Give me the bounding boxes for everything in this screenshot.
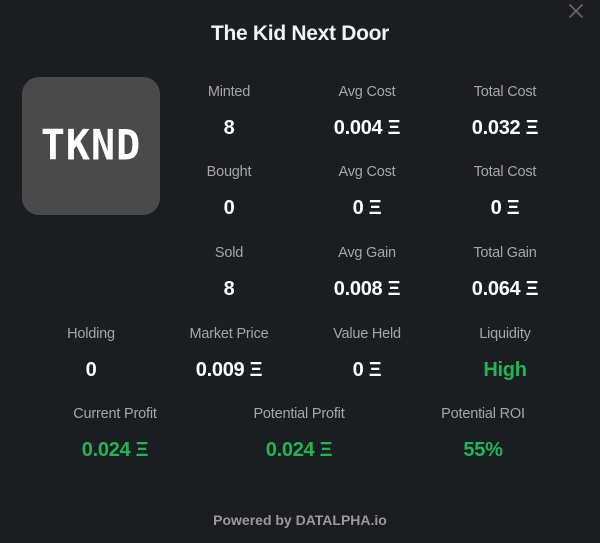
collection-title: The Kid Next Door [210,22,390,45]
value-held-value: 0 Ξ [352,359,382,381]
minted-count: Minted 8 [159,82,299,139]
value-held: Value Held 0 Ξ [297,324,437,381]
bought-label: Bought [206,164,252,180]
collection-logo: TKND [22,77,160,215]
value-held-label: Value Held [333,326,401,342]
bought-avg-cost-label: Avg Cost [338,164,396,180]
bought-total-cost-value: 0 Ξ [490,197,520,219]
market-price-label: Market Price [189,326,269,342]
market-price: Market Price 0.009 Ξ [159,324,299,381]
potential-roi: Potential ROI 55% [413,404,553,461]
holding-value: 0 [85,359,97,381]
potential-profit-value: 0.024 Ξ [265,439,333,461]
bought-avg-cost-value: 0 Ξ [352,197,382,219]
current-profit-label: Current Profit [73,406,157,422]
potential-profit: Potential Profit 0.024 Ξ [229,404,369,461]
minted-avg-cost: Avg Cost 0.004 Ξ [297,82,437,139]
liquidity: Liquidity High [435,324,575,381]
minted-avg-cost-label: Avg Cost [338,84,396,100]
bought-count: Bought 0 [159,162,299,219]
bought-value: 0 [223,197,235,219]
potential-roi-label: Potential ROI [441,406,525,422]
sold-value: 8 [223,278,235,300]
current-profit-value: 0.024 Ξ [81,439,149,461]
minted-value: 8 [223,117,235,139]
minted-total-cost-value: 0.032 Ξ [471,117,539,139]
liquidity-label: Liquidity [479,326,531,342]
bought-avg-cost: Avg Cost 0 Ξ [297,162,437,219]
bought-total-cost-label: Total Cost [473,164,537,180]
bought-total-cost: Total Cost 0 Ξ [435,162,575,219]
token-stats-panel: The Kid Next Door TKND Minted 8 Avg Cost… [0,0,600,543]
holding-label: Holding [67,326,115,342]
current-profit: Current Profit 0.024 Ξ [45,404,185,461]
sold-total-gain-label: Total Gain [473,245,537,261]
sold-avg-gain-value: 0.008 Ξ [333,278,401,300]
sold-total-gain: Total Gain 0.064 Ξ [435,243,575,300]
potential-profit-label: Potential Profit [253,406,345,422]
sold-label: Sold [214,245,244,261]
minted-total-cost-label: Total Cost [473,84,537,100]
sold-total-gain-value: 0.064 Ξ [471,278,539,300]
liquidity-value: High [483,359,527,381]
powered-by-footer: Powered by DATALPHA.io [213,512,387,528]
close-icon [569,4,583,18]
sold-avg-gain: Avg Gain 0.008 Ξ [297,243,437,300]
holding: Holding 0 [21,324,161,381]
logo-text: TKND [40,121,142,171]
close-button[interactable] [566,1,586,21]
minted-total-cost: Total Cost 0.032 Ξ [435,82,575,139]
sold-avg-gain-label: Avg Gain [338,245,396,261]
sold-count: Sold 8 [159,243,299,300]
minted-label: Minted [207,84,251,100]
market-price-value: 0.009 Ξ [195,359,263,381]
potential-roi-value: 55% [463,439,503,461]
minted-avg-cost-value: 0.004 Ξ [333,117,401,139]
